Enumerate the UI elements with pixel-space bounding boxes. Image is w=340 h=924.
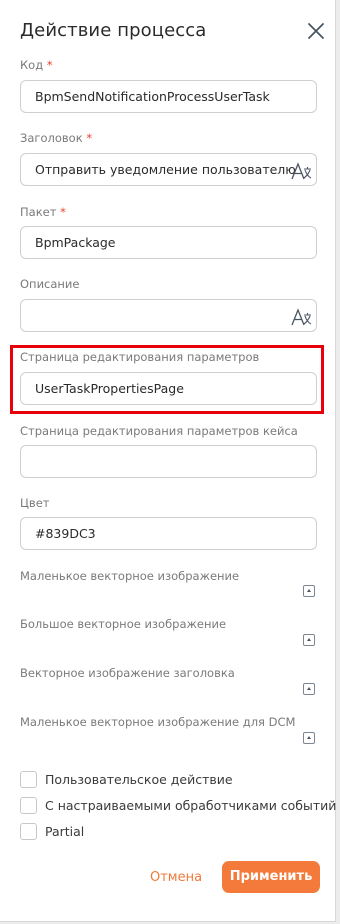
package-field[interactable]: BpmPackage [20, 226, 317, 259]
checkbox-label: Partial [45, 824, 85, 839]
close-icon[interactable] [305, 20, 327, 42]
translate-icon[interactable] [290, 306, 312, 328]
case-edit-page-label: Страница редактирования параметров кейса [20, 424, 298, 438]
checkbox-label: С настраиваемыми обработчиками событий [45, 798, 337, 813]
color-field[interactable]: #839DC3 [20, 517, 317, 550]
custom-action-checkbox[interactable] [20, 771, 37, 788]
color-value: #839DC3 [35, 526, 96, 541]
edit-page-label: Страница редактирования параметров [20, 350, 260, 364]
required-marker: * [60, 205, 66, 219]
required-marker: * [46, 58, 53, 72]
image-label: Большое векторное изображение [20, 617, 227, 631]
cancel-button[interactable]: Отмена [150, 870, 202, 885]
partial-checkbox[interactable] [20, 823, 37, 840]
image-label: Векторное изображение заголовка [20, 666, 235, 680]
event-handlers-checkbox[interactable] [20, 797, 37, 814]
translate-icon[interactable] [290, 160, 312, 182]
process-action-panel: Действие процесса Код * BpmSendNotificat… [0, 0, 336, 922]
caption-value: Отправить уведомление пользователю [35, 162, 296, 177]
package-label: Пакет * [20, 205, 66, 219]
color-label: Цвет [20, 496, 50, 510]
upload-icon[interactable] [303, 683, 315, 695]
panel-title: Действие процесса [20, 20, 207, 41]
code-value: BpmSendNotificationProcessUserTask [35, 89, 270, 104]
package-value: BpmPackage [35, 235, 116, 250]
edit-page-field[interactable]: UserTaskPropertiesPage [20, 372, 317, 405]
edit-page-value: UserTaskPropertiesPage [35, 381, 184, 396]
description-label: Описание [20, 277, 80, 291]
upload-icon[interactable] [303, 585, 315, 597]
upload-icon[interactable] [303, 732, 315, 744]
image-label: Маленькое векторное изображение [20, 569, 240, 583]
required-marker: * [86, 131, 93, 145]
code-field[interactable]: BpmSendNotificationProcessUserTask [20, 80, 317, 113]
code-label: Код * [20, 58, 53, 72]
description-field[interactable] [20, 299, 317, 332]
case-edit-page-field[interactable] [20, 445, 317, 478]
upload-icon[interactable] [303, 634, 315, 646]
caption-label: Заголовок * [20, 131, 93, 145]
caption-field[interactable]: Отправить уведомление пользователю [20, 153, 317, 186]
image-label: Маленькое векторное изображение для DCM [20, 715, 296, 729]
checkbox-label: Пользовательское действие [45, 772, 233, 787]
apply-button[interactable]: Применить [222, 861, 320, 893]
